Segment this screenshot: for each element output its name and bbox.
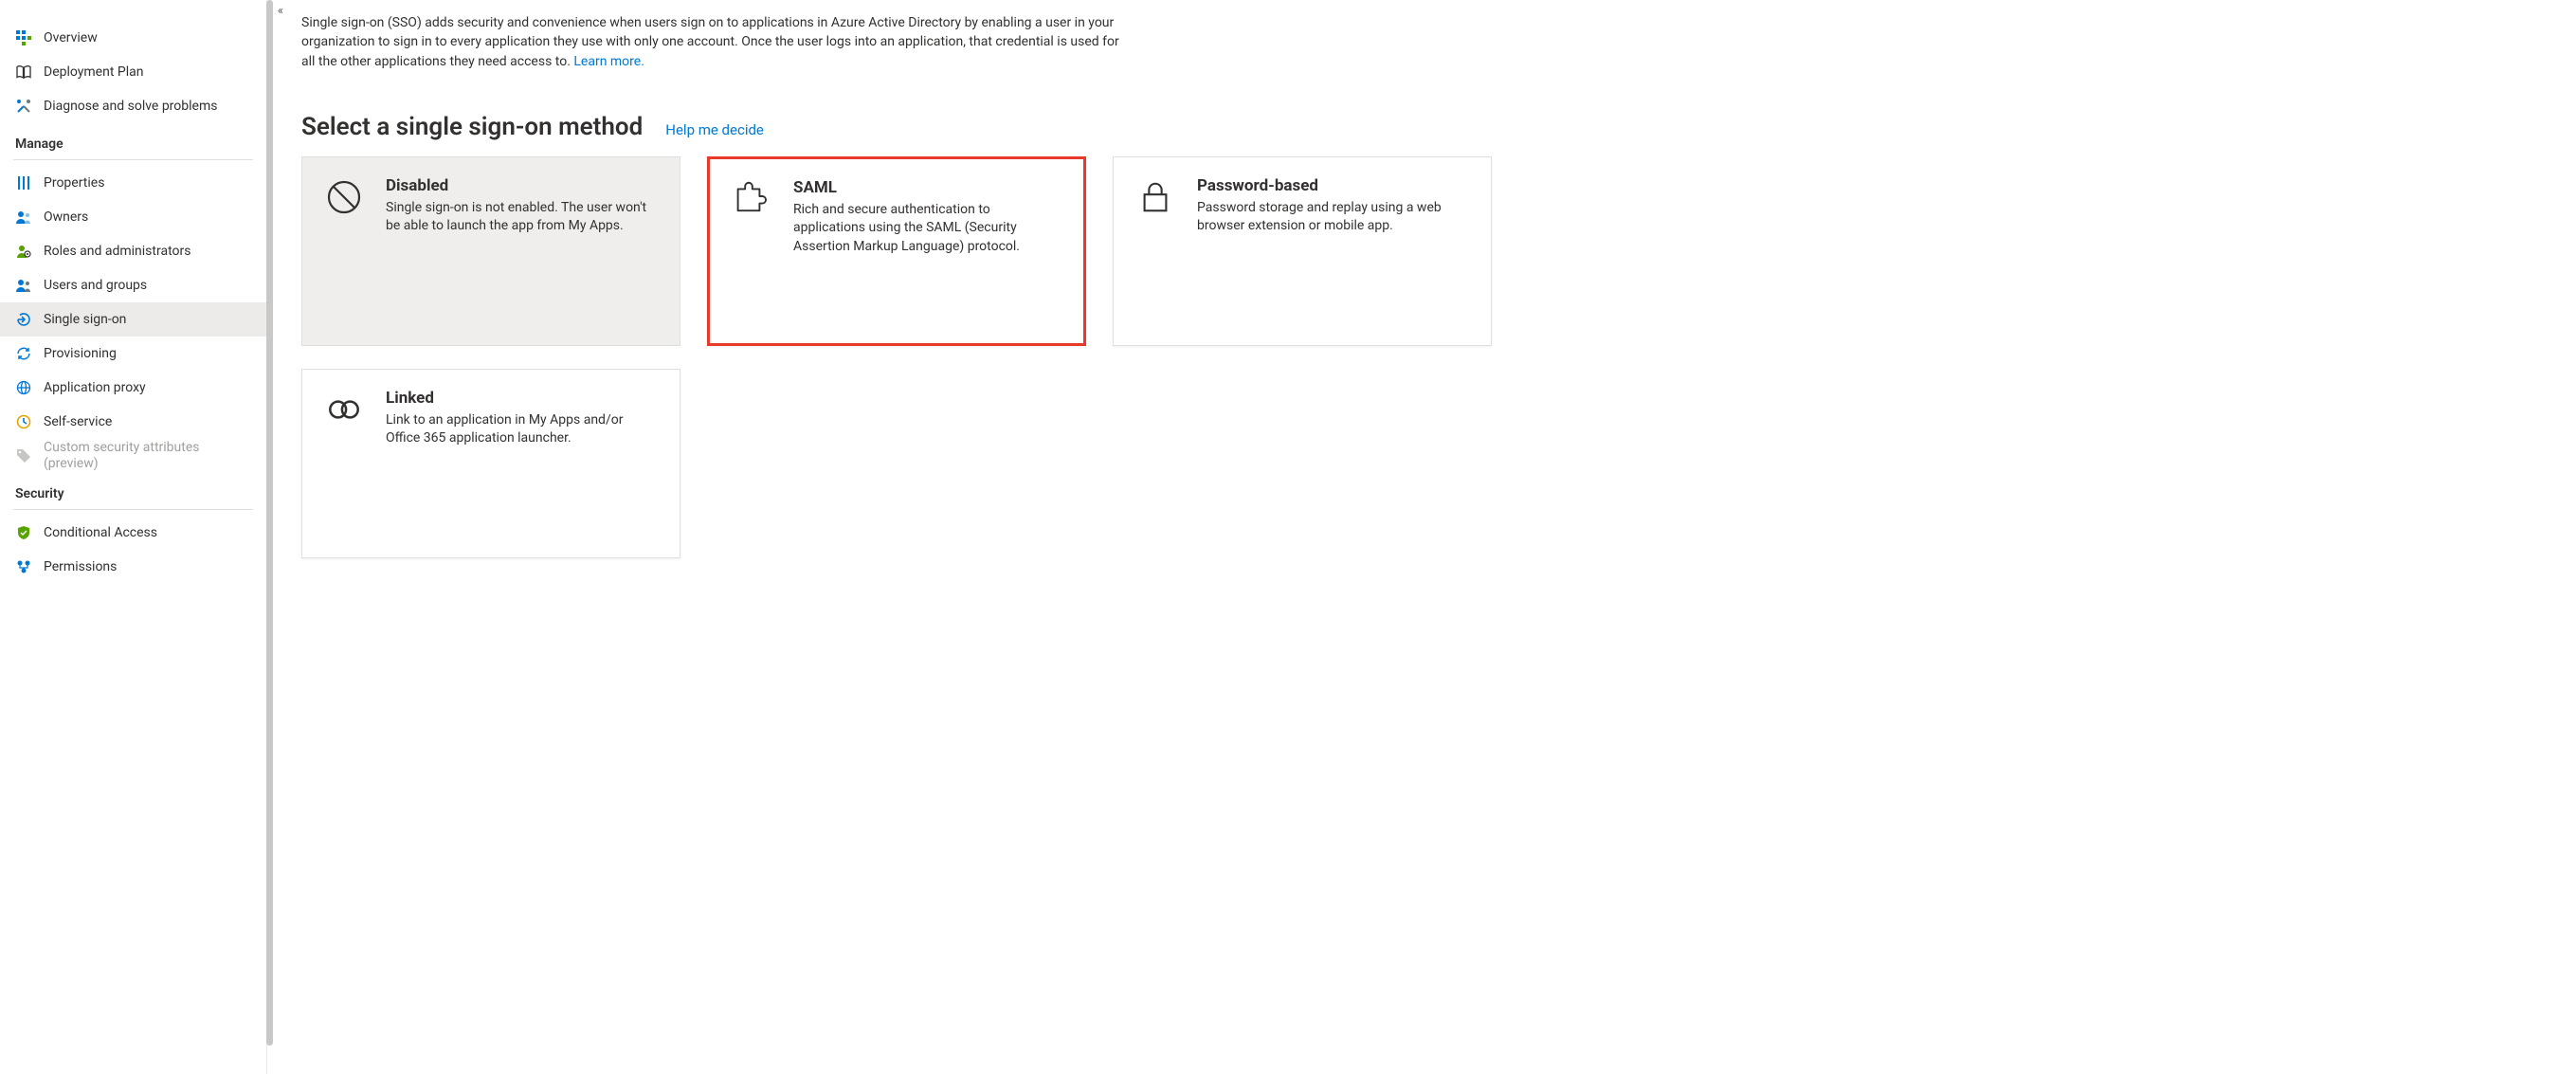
card-password-based[interactable]: Password-based Password storage and repl… (1113, 156, 1492, 346)
sso-icon (15, 311, 32, 328)
intro-text: Single sign-on (SSO) adds security and c… (301, 13, 1126, 71)
people-icon (15, 209, 32, 226)
nav-custom-security-attributes[interactable]: Custom security attributes (preview) (0, 439, 266, 473)
nav-single-sign-on[interactable]: Single sign-on (0, 302, 266, 337)
nav-deployment-plan[interactable]: Deployment Plan (0, 55, 266, 89)
nav-label: Provisioning (44, 346, 117, 362)
help-me-decide-link[interactable]: Help me decide (665, 121, 764, 138)
sidebar: « Overview (0, 0, 267, 1074)
nav-label: Conditional Access (44, 525, 157, 541)
learn-more-link[interactable]: Learn more. (573, 54, 644, 69)
card-title: SAML (793, 178, 1062, 197)
book-icon (15, 64, 32, 81)
nav-diagnose[interactable]: Diagnose and solve problems (0, 89, 266, 123)
nav-permissions[interactable]: Permissions (0, 550, 266, 584)
nav-label: Custom security attributes (preview) (44, 440, 251, 472)
permissions-icon (15, 558, 32, 575)
main-content: Single sign-on (SSO) adds security and c… (267, 0, 1822, 1074)
nav-label: Diagnose and solve problems (44, 99, 217, 115)
nav-self-service[interactable]: Self-service (0, 405, 266, 439)
card-desc: Password storage and replay using a web … (1197, 199, 1470, 236)
nav-label: Roles and administrators (44, 244, 190, 260)
nav-overview[interactable]: Overview (0, 21, 266, 55)
section-title: Select a single sign-on method (301, 113, 643, 141)
disabled-icon (323, 176, 365, 218)
nav-label: Users and groups (44, 278, 147, 294)
link-icon (323, 389, 365, 430)
card-title: Disabled (386, 176, 659, 195)
card-linked[interactable]: Linked Link to an application in My Apps… (301, 369, 680, 558)
card-saml[interactable]: SAML Rich and secure authentication to a… (707, 156, 1086, 346)
admin-icon (15, 243, 32, 260)
sidebar-scrollbar[interactable] (266, 0, 273, 1046)
nav-label: Application proxy (44, 380, 146, 396)
nav-label: Properties (44, 175, 104, 191)
nav-group-manage: Manage (0, 123, 266, 159)
tools-icon (15, 98, 32, 115)
card-desc: Single sign-on is not enabled. The user … (386, 199, 659, 236)
card-disabled[interactable]: Disabled Single sign-on is not enabled. … (301, 156, 680, 346)
nav-label: Owners (44, 209, 88, 226)
nav-label: Single sign-on (44, 312, 126, 328)
sidebar-collapse-button[interactable]: « (278, 4, 283, 18)
intro-body: Single sign-on (SSO) adds security and c… (301, 15, 1119, 69)
tag-icon (15, 447, 32, 464)
nav-label: Permissions (44, 559, 117, 575)
grid-icon (15, 29, 32, 46)
nav-provisioning[interactable]: Provisioning (0, 337, 266, 371)
nav-label: Deployment Plan (44, 64, 143, 81)
nav-label: Overview (44, 30, 98, 46)
nav-properties[interactable]: Properties (0, 166, 266, 200)
nav-conditional-access[interactable]: Conditional Access (0, 516, 266, 550)
nav-owners[interactable]: Owners (0, 200, 266, 234)
card-title: Linked (386, 389, 659, 408)
nav-roles[interactable]: Roles and administrators (0, 234, 266, 268)
puzzle-icon (731, 178, 772, 220)
shield-check-icon (15, 524, 32, 541)
globe-icon (15, 379, 32, 396)
nav-label: Self-service (44, 414, 112, 430)
nav-group-security: Security (0, 473, 266, 509)
users-icon (15, 277, 32, 294)
self-service-icon (15, 413, 32, 430)
sync-icon (15, 345, 32, 362)
sliders-icon (15, 174, 32, 191)
divider (13, 159, 253, 160)
lock-icon (1134, 176, 1176, 218)
card-title: Password-based (1197, 176, 1470, 195)
card-desc: Rich and secure authentication to applic… (793, 201, 1062, 257)
nav-app-proxy[interactable]: Application proxy (0, 371, 266, 405)
divider (13, 509, 253, 510)
sso-method-cards: Disabled Single sign-on is not enabled. … (301, 156, 1795, 558)
nav-users-groups[interactable]: Users and groups (0, 268, 266, 302)
card-desc: Link to an application in My Apps and/or… (386, 411, 659, 448)
